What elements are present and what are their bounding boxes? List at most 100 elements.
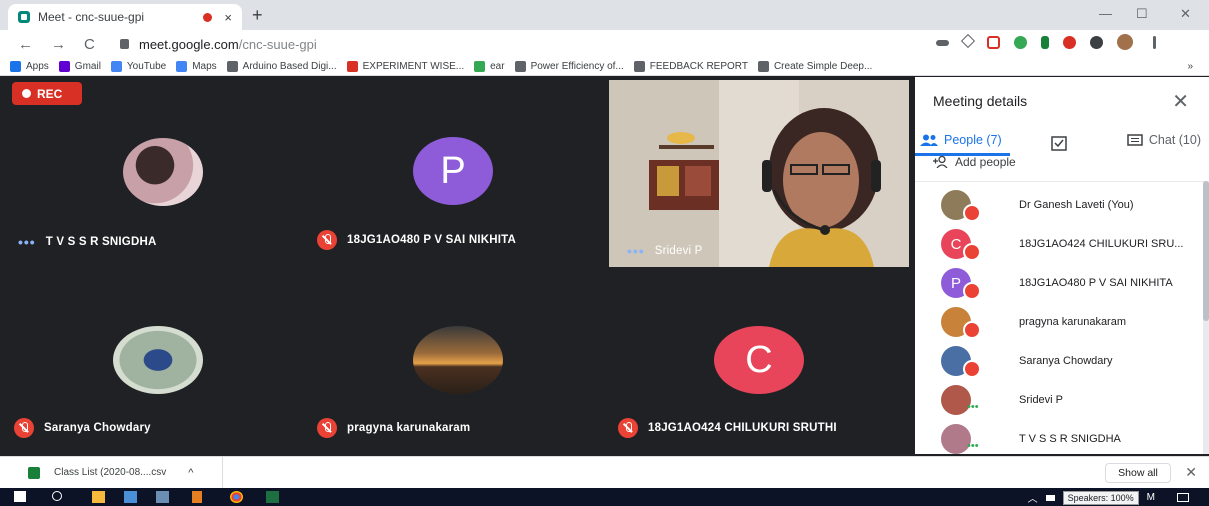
video-frame (609, 80, 909, 267)
maximize-button[interactable]: ☐ (1136, 6, 1148, 22)
excel-taskbar-icon[interactable] (266, 491, 279, 503)
person-name: Dr Ganesh Laveti (You) (1019, 199, 1134, 211)
camera-icon[interactable] (936, 40, 949, 46)
bookmark-item[interactable]: EXPERIMENT WISE... (346, 61, 464, 72)
bookmark-label: Gmail (74, 61, 101, 72)
participant-name-tag: ••• T V S S R SNIGDHA (18, 234, 156, 250)
notification-icon[interactable] (1177, 493, 1189, 502)
tab-chat[interactable]: Chat (10) (1127, 133, 1201, 147)
bookmark-icon (514, 61, 526, 72)
person-row[interactable]: Dr Ganesh Laveti (You) (915, 186, 1195, 224)
pocket-extension-icon[interactable] (987, 36, 1000, 49)
panel-title: Meeting details (933, 93, 1028, 109)
participant-tile[interactable]: P 18JG1AO480 P V SAI NIKHITA (305, 80, 610, 268)
people-icon (920, 134, 938, 146)
bookmark-icon (346, 61, 358, 72)
volume-tooltip: Speakers: 100% (1062, 490, 1139, 505)
bookmarks-overflow-button[interactable]: » (1187, 61, 1193, 72)
person-row[interactable]: ••• T V S S R SNIGDHA (915, 420, 1195, 458)
search-icon[interactable] (52, 491, 62, 501)
bookmark-label: Create Simple Deep... (773, 61, 873, 72)
bookmark-icon (474, 61, 486, 72)
participant-video[interactable]: ••• Sridevi P (609, 80, 909, 267)
bookmark-item[interactable]: Apps (10, 61, 49, 72)
kebab-menu-icon[interactable] (1153, 36, 1156, 49)
person-row[interactable]: C 18JG1AO424 CHILUKURI SRU... (915, 225, 1195, 263)
panel-scrollbar[interactable] (1203, 181, 1209, 454)
tab-title: Meet - cnc-suue-gpi (38, 10, 145, 24)
bookmark-item[interactable]: Gmail (58, 61, 101, 72)
people-list: Dr Ganesh Laveti (You) C 18JG1AO424 CHILUK… (915, 181, 1209, 454)
bookmark-icon (10, 61, 21, 72)
new-tab-button[interactable]: + (252, 5, 263, 26)
bookmark-item[interactable]: Arduino Based Digi... (226, 61, 337, 72)
bookmark-label: Maps (192, 61, 217, 72)
person-row[interactable]: ••• Sridevi P (915, 381, 1195, 419)
person-row[interactable]: Saranya Chowdary (915, 342, 1195, 380)
red-extension-icon[interactable] (1063, 36, 1076, 49)
bookmark-label: Power Efficiency of... (530, 61, 624, 72)
mic-muted-icon (963, 282, 981, 300)
reload-button[interactable]: C (84, 36, 95, 53)
show-all-button[interactable]: Show all (1105, 463, 1171, 483)
person-name: 18JG1AO424 CHILUKURI SRU... (1019, 238, 1184, 250)
participant-tile[interactable]: C 18JG1AO424 CHILUKURI SRUTHI (610, 268, 915, 456)
participant-avatar: P (413, 137, 493, 205)
bookmark-icon (633, 61, 645, 72)
check-extension-icon[interactable] (1041, 36, 1049, 49)
meet-favicon-icon (18, 11, 30, 23)
forward-button[interactable]: → (51, 36, 66, 53)
back-button[interactable]: ← (18, 36, 33, 53)
add-people-label: Add people (955, 155, 1016, 169)
more-dots-icon: ••• (627, 243, 645, 259)
person-row[interactable]: P 18JG1AO480 P V SAI NIKHITA (915, 264, 1195, 302)
calculator-icon[interactable] (156, 491, 169, 503)
bookmark-item[interactable]: ear (474, 61, 505, 72)
bookmark-item[interactable]: Create Simple Deep... (757, 61, 873, 72)
mic-muted-icon (317, 230, 337, 250)
tab-people[interactable]: People (7) (920, 133, 1002, 147)
chrome-icon[interactable] (230, 491, 243, 503)
download-item[interactable]: Class List (2020-08....csv ^ (28, 456, 223, 489)
participant-tile[interactable]: Saranya Chowdary (0, 268, 305, 456)
profile-avatar[interactable] (1117, 34, 1133, 50)
battery-icon[interactable] (1045, 494, 1055, 501)
activities-icon[interactable] (1051, 135, 1067, 151)
puzzle-icon[interactable] (1090, 36, 1103, 49)
windows-start-icon[interactable] (14, 491, 26, 502)
bookmark-label: Apps (26, 61, 49, 72)
download-chevron-icon[interactable]: ^ (188, 467, 193, 479)
mic-muted-icon (963, 243, 981, 261)
store-icon[interactable] (124, 491, 137, 503)
windows-taskbar: ︿ Speakers: 100% M (0, 488, 1209, 506)
lock-icon (120, 39, 129, 49)
add-people-button[interactable]: Add people (933, 155, 1016, 169)
tray-chevron-icon[interactable]: ︿ (1028, 490, 1038, 505)
window-close-button[interactable]: ✕ (1180, 6, 1191, 22)
person-row[interactable]: pragyna karunakaram (915, 303, 1195, 341)
grammarly-extension-icon[interactable] (1014, 36, 1027, 49)
download-file-name: Class List (2020-08....csv (54, 467, 167, 478)
file-explorer-icon[interactable] (92, 491, 105, 503)
download-bar-close-button[interactable]: ✕ (1185, 464, 1197, 481)
bookmark-item[interactable]: Power Efficiency of... (514, 61, 624, 72)
app-icon[interactable] (192, 491, 202, 503)
tab-chat-label: Chat (10) (1148, 133, 1201, 147)
participant-name: Saranya Chowdary (44, 422, 151, 434)
minimize-button[interactable]: — (1099, 6, 1112, 21)
participant-tile[interactable]: ••• T V S S R SNIGDHA (0, 80, 305, 268)
bookmark-icon (176, 61, 188, 72)
tab-close-icon[interactable]: × (224, 10, 232, 25)
star-icon[interactable] (960, 33, 976, 49)
clock-text[interactable]: M (1147, 492, 1155, 503)
bookmark-item[interactable]: Maps (176, 61, 217, 72)
address-bar[interactable]: meet.google.com /cnc-suue-gpi (120, 33, 317, 55)
panel-close-button[interactable]: ✕ (1172, 89, 1189, 114)
participant-name: 18JG1AO480 P V SAI NIKHITA (347, 234, 517, 246)
participant-tile[interactable]: pragyna karunakaram (305, 268, 610, 456)
bookmark-item[interactable]: YouTube (110, 61, 166, 72)
bookmark-item[interactable]: FEEDBACK REPORT (633, 61, 748, 72)
person-name: pragyna karunakaram (1019, 316, 1127, 328)
bookmarks-bar: Apps Gmail YouTube Maps Arduino Based Digi..… (0, 58, 1209, 76)
tab-meet[interactable]: Meet - cnc-suue-gpi × (8, 4, 242, 30)
